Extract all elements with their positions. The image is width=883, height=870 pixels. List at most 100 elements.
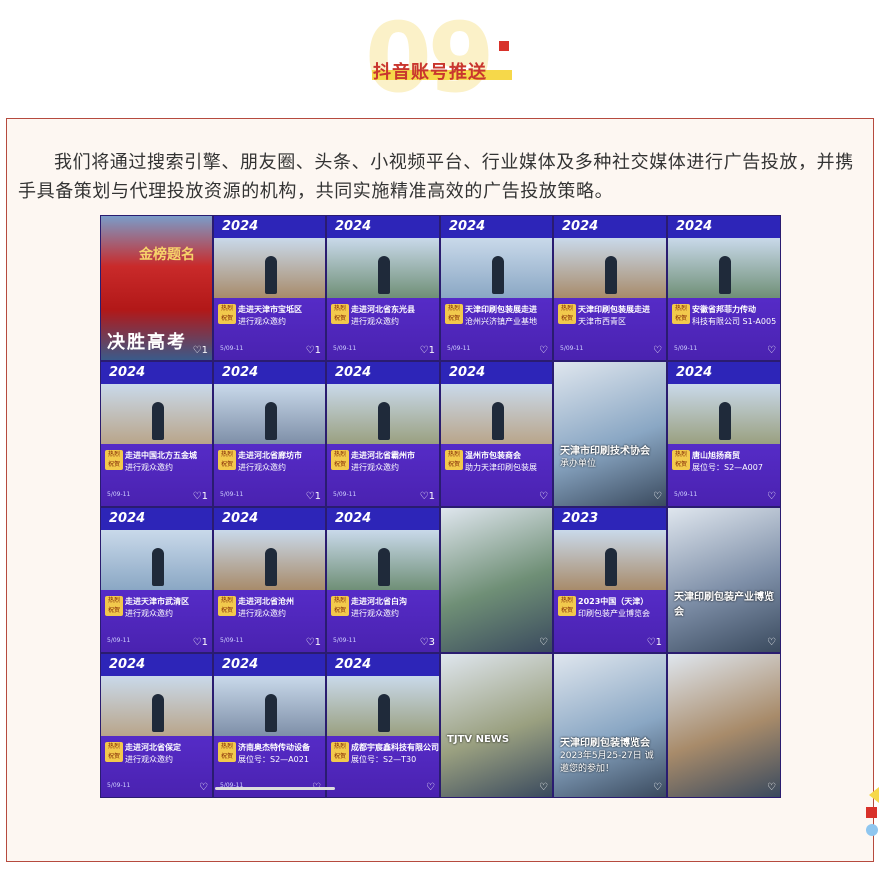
video-thumbnail[interactable]: 2024 热烈 祝贺 安徽省邦菲力传动 科技有限公司 S1-A005 5/09-11 ♡ <box>667 215 781 361</box>
heart-icon: ♡ <box>646 637 656 648</box>
like-count: ♡1 <box>647 637 662 648</box>
red-square-decoration <box>866 807 877 818</box>
heart-icon: ♡ <box>199 782 208 793</box>
tile-caption-secondary: 展位号：S2—A007 <box>692 463 763 472</box>
video-thumbnail[interactable]: 天津市印刷技术协会 承办单位 ♡ <box>553 361 667 507</box>
like-number: 1 <box>314 491 321 502</box>
tile-caption-secondary: 2023年5月25-27日 诚邀您的参加！ <box>560 750 654 774</box>
tile-caption-secondary: 进行观众邀约 <box>351 463 399 472</box>
hot-badge: 热烈 祝贺 <box>445 304 463 324</box>
like-count: ♡ <box>767 491 776 502</box>
like-number: 1 <box>201 637 208 648</box>
video-thumbnail-grid[interactable]: 金榜题名 决胜高考 ♡1 2024 热烈 祝贺 走进天津市宝坻区 进行观众邀约 5/09-11 ♡… <box>100 215 781 798</box>
hot-badge: 热烈 祝贺 <box>445 450 463 470</box>
like-count: ♡ <box>767 345 776 356</box>
person-figure <box>719 402 731 440</box>
hot-badge: 热烈 祝贺 <box>331 742 349 762</box>
like-count: ♡ <box>653 345 662 356</box>
person-figure <box>264 694 277 732</box>
video-thumbnail[interactable]: 2024 热烈 祝贺 走进天津市武清区 进行观众邀约 5/09-11 ♡1 <box>100 507 213 653</box>
tile-caption-secondary: 科技有限公司 S1-A005 <box>692 317 777 326</box>
hot-badge: 热烈 祝贺 <box>331 304 349 324</box>
tile-caption-secondary: 天津市西青区 <box>578 317 626 326</box>
like-count: ♡ <box>767 782 776 793</box>
hot-badge: 热烈 祝贺 <box>105 742 123 762</box>
heart-icon: ♡ <box>305 345 315 356</box>
tile-date: 5/09-11 <box>674 345 698 352</box>
video-thumbnail[interactable]: ♡ <box>440 507 553 653</box>
tile-caption: 温州市包装商会 <box>465 451 521 460</box>
tile-year: 2024 <box>222 511 259 526</box>
tile-year: 2024 <box>109 365 146 380</box>
video-thumbnail[interactable]: 2024 热烈 祝贺 走进天津市宝坻区 进行观众邀约 5/09-11 ♡1 <box>213 215 326 361</box>
heart-icon: ♡ <box>767 345 776 356</box>
video-thumbnail[interactable]: 2024 热烈 祝贺 成都宇宸鑫科技有限公司 展位号：S2—T30 ♡ <box>326 653 440 798</box>
tile-year: 2024 <box>449 219 486 234</box>
like-count: ♡1 <box>193 637 208 648</box>
person-figure <box>719 256 731 294</box>
tile-caption: 天津市印刷技术协会 <box>560 446 650 458</box>
tile-caption-secondary: 进行观众邀约 <box>125 609 173 618</box>
video-thumbnail[interactable]: 金榜题名 决胜高考 ♡1 <box>100 215 213 361</box>
person-figure <box>378 402 390 440</box>
video-thumbnail[interactable]: 2024 热烈 祝贺 走进河北省保定 进行观众邀约 5/09-11 ♡ <box>100 653 213 798</box>
tile-year: 2024 <box>676 365 713 380</box>
hot-badge: 热烈 祝贺 <box>558 304 576 324</box>
tile-caption-secondary: 助力天津印刷包装展 <box>465 463 537 472</box>
blue-circle-decoration <box>866 824 878 836</box>
video-thumbnail[interactable]: 2024 热烈 祝贺 走进河北省沧州 进行观众邀约 5/09-11 ♡1 <box>213 507 326 653</box>
person-figure <box>605 256 617 294</box>
tile-caption: 天津印刷包装产业博览会 <box>674 592 774 619</box>
like-number: 1 <box>655 637 662 648</box>
video-thumbnail[interactable]: 2024 热烈 祝贺 天津印刷包装展走进 沧州兴济镇产业基地 5/09-11 ♡ <box>440 215 553 361</box>
like-count: ♡1 <box>306 491 321 502</box>
carousel-scrollbar[interactable] <box>215 787 335 790</box>
tile-caption: 走进河北省保定 <box>125 743 181 752</box>
poster-subtitle: 金榜题名 <box>139 247 195 263</box>
video-thumbnail[interactable]: ♡ <box>667 653 781 798</box>
tile-caption: 天津印刷包装展走进 <box>578 305 650 314</box>
video-thumbnail[interactable]: 2024 热烈 祝贺 走进河北省廊坊市 进行观众邀约 5/09-11 ♡1 <box>213 361 326 507</box>
tile-caption: TJTV NEWS <box>447 733 510 745</box>
tile-date: 5/09-11 <box>107 491 131 498</box>
tile-year: 2023 <box>562 511 599 526</box>
hot-badge: 热烈 祝贺 <box>218 742 236 762</box>
like-number: 1 <box>428 345 435 356</box>
like-count: ♡ <box>199 782 208 793</box>
video-thumbnail[interactable]: 天津印刷包装产业博览会 ♡ <box>667 507 781 653</box>
heart-icon: ♡ <box>426 782 435 793</box>
heart-icon: ♡ <box>305 491 315 502</box>
video-thumbnail[interactable]: 2024 热烈 祝贺 走进中国北方五金城 进行观众邀约 5/09-11 ♡1 <box>100 361 213 507</box>
video-thumbnail[interactable]: 天津印刷包装博览会 2023年5月25-27日 诚邀您的参加！ ♡ <box>553 653 667 798</box>
like-count: ♡ <box>767 637 776 648</box>
video-thumbnail[interactable]: 2024 热烈 祝贺 天津印刷包装展走进 天津市西青区 5/09-11 ♡ <box>553 215 667 361</box>
tile-caption: 天津印刷包装博览会 <box>560 737 650 749</box>
red-square-decoration <box>499 41 509 51</box>
tile-date: 5/09-11 <box>220 345 244 352</box>
intro-paragraph: 我们将通过搜索引擎、朋友圈、头条、小视频平台、行业媒体及多种社交媒体进行广告投放… <box>18 152 854 202</box>
person-figure <box>264 402 277 440</box>
tile-year: 2024 <box>222 219 259 234</box>
like-count: ♡1 <box>420 345 435 356</box>
heart-icon: ♡ <box>192 491 202 502</box>
person-figure <box>491 256 504 294</box>
video-thumbnail[interactable]: 2024热烈祝贺济南奥杰特传动设备展位号：S2—A0215/09-11♡ <box>213 653 326 798</box>
like-count: ♡ <box>539 637 548 648</box>
like-count: ♡1 <box>193 491 208 502</box>
tile-caption-secondary: 进行观众邀约 <box>125 755 173 764</box>
video-thumbnail[interactable]: 2024 热烈 祝贺 温州市包装商会 助力天津印刷包装展 ♡ <box>440 361 553 507</box>
like-number: 1 <box>428 491 435 502</box>
person-figure <box>151 402 164 440</box>
video-thumbnail[interactable]: 2024 热烈 祝贺 走进河北省东光县 进行观众邀约 5/09-11 ♡1 <box>326 215 440 361</box>
video-thumbnail[interactable]: 2024 热烈 祝贺 走进河北省白沟 进行观众邀约 5/09-11 ♡3 <box>326 507 440 653</box>
like-number: 1 <box>314 637 321 648</box>
like-number: 1 <box>201 491 208 502</box>
like-count: ♡ <box>539 345 548 356</box>
hot-badge: 热烈 祝贺 <box>218 596 236 616</box>
video-thumbnail[interactable]: 2024 热烈 祝贺 唐山旭扬商贸 展位号：S2—A007 5/09-11 ♡ <box>667 361 781 507</box>
tile-year: 2024 <box>335 657 372 672</box>
video-thumbnail[interactable]: 2024 热烈 祝贺 走进河北省霸州市 进行观众邀约 5/09-11 ♡1 <box>326 361 440 507</box>
video-thumbnail[interactable]: TJTV NEWS ♡ <box>440 653 553 798</box>
video-thumbnail[interactable]: 2023 热烈 祝贺 2023中国（天津） 印刷包装产业博览会 ♡1 <box>553 507 667 653</box>
tile-caption-secondary: 进行观众邀约 <box>238 609 286 618</box>
